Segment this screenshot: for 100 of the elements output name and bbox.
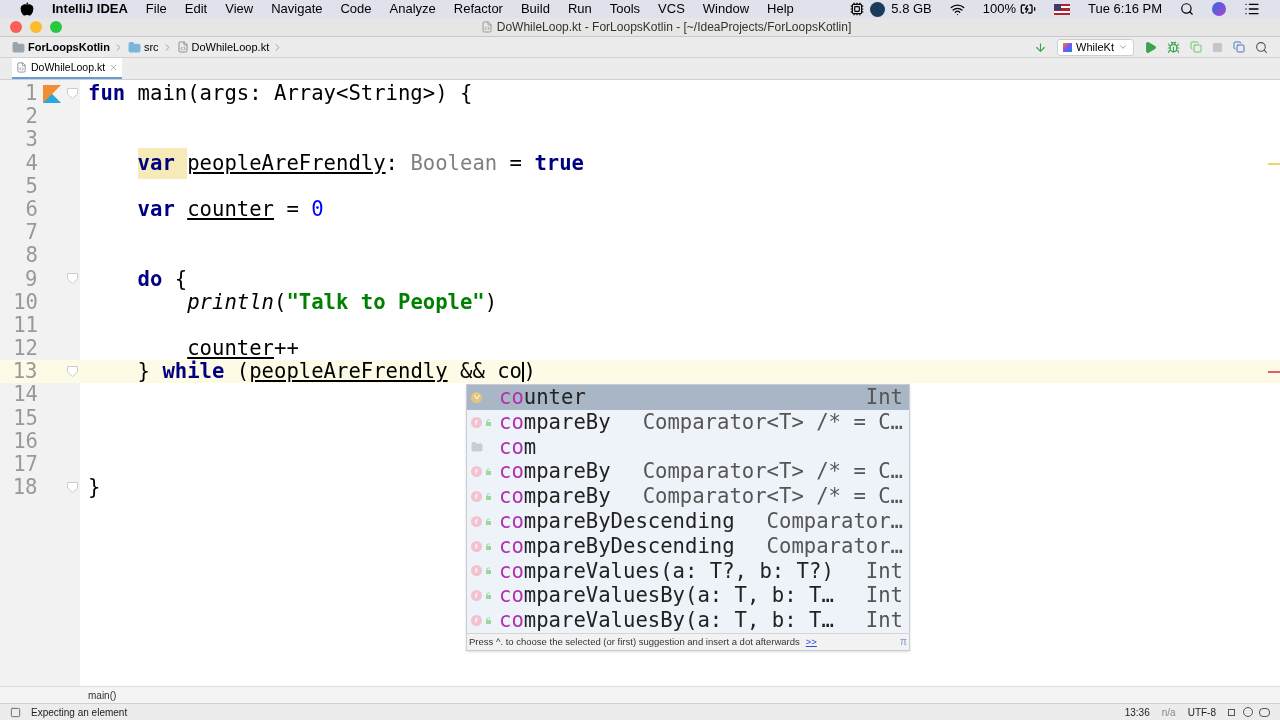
sort-icon[interactable] bbox=[1034, 40, 1048, 54]
package-icon bbox=[471, 441, 483, 453]
run-configuration-dropdown[interactable]: WhileKt bbox=[1057, 38, 1134, 56]
code-line: var peopleAreFrendly: Boolean = true bbox=[137, 147, 584, 179]
code-line: } while (peopleAreFrendly && co) bbox=[137, 358, 536, 386]
encoding-selector[interactable]: UTF-8 bbox=[1187, 704, 1216, 720]
breadcrumb[interactable]: DoWhileLoop.kt bbox=[191, 38, 270, 56]
menu-item[interactable]: Edit bbox=[184, 0, 208, 19]
menu-item[interactable]: Refactor bbox=[453, 0, 503, 19]
completion-item[interactable]: compareValuesBy(a: T, b: T… Int bbox=[467, 583, 909, 609]
editor[interactable] bbox=[0, 80, 1280, 686]
code-line: var counter = 0 bbox=[137, 196, 324, 223]
function-icon bbox=[471, 466, 492, 478]
menu-item[interactable]: VCS bbox=[658, 0, 685, 19]
menu-item[interactable]: Navigate bbox=[271, 0, 323, 19]
app-menu[interactable]: IntelliJ IDEA bbox=[52, 0, 128, 19]
memory-avatar-icon[interactable] bbox=[870, 1, 886, 17]
editor-tab[interactable]: DoWhileLoop.kt bbox=[12, 58, 123, 79]
kotlin-file-icon bbox=[16, 62, 27, 73]
suggestion-type: Int bbox=[864, 557, 903, 585]
completion-item[interactable]: compareByDescending Comparator… bbox=[467, 509, 909, 534]
function-icon bbox=[471, 615, 492, 627]
stop-icon bbox=[1212, 41, 1223, 53]
suggestion-name: compareValues(a: T?, b: T?) bbox=[499, 557, 834, 585]
battery-icon[interactable] bbox=[1020, 1, 1037, 17]
suggestion-name: counter bbox=[499, 383, 586, 411]
completion-item[interactable]: compareBy Comparator<T> /* = C… bbox=[467, 409, 909, 435]
completion-item[interactable]: counter Int bbox=[467, 385, 909, 410]
close-window-button[interactable] bbox=[10, 21, 22, 33]
completion-item[interactable]: compareByDescending Comparator… bbox=[467, 533, 909, 559]
kotlin-file-icon bbox=[176, 41, 189, 53]
menu-item[interactable]: Tools bbox=[609, 0, 641, 19]
text-caret bbox=[522, 361, 524, 382]
run-icon[interactable] bbox=[1144, 40, 1157, 54]
breadcrumb[interactable]: src bbox=[143, 38, 159, 56]
menu-item[interactable]: View bbox=[225, 0, 254, 19]
project-folder-icon bbox=[12, 40, 25, 54]
battery-percentage[interactable]: 100% bbox=[982, 0, 1017, 19]
wifi-icon[interactable] bbox=[949, 1, 965, 17]
memory-usage[interactable]: 5.8 GB bbox=[891, 0, 932, 19]
fold-marker-icon[interactable] bbox=[67, 482, 78, 493]
suggestion-name: compareBy bbox=[499, 458, 611, 486]
function-icon bbox=[471, 590, 492, 602]
completion-item[interactable]: compareBy Comparator<T> /* = C… bbox=[467, 484, 909, 509]
function-icon bbox=[471, 565, 492, 577]
kotlin-run-icon[interactable] bbox=[43, 84, 62, 103]
code-line: counter++ bbox=[187, 335, 299, 361]
menu-item[interactable]: Help bbox=[767, 0, 794, 19]
suggestion-type: Comparator<T> /* = C… bbox=[641, 408, 903, 436]
menu-item[interactable]: Build bbox=[520, 0, 550, 19]
vcs-status: n/a bbox=[1161, 705, 1176, 720]
clock[interactable]: Tue 6:16 PM bbox=[1088, 0, 1162, 19]
completion-item[interactable]: compareValuesBy(a: T, b: T… Int bbox=[467, 608, 909, 633]
suggestion-type: Int bbox=[864, 383, 903, 411]
folder-icon bbox=[127, 40, 141, 54]
menu-icon[interactable] bbox=[1244, 1, 1260, 17]
code-line: } bbox=[88, 474, 101, 502]
fold-marker-icon[interactable] bbox=[67, 273, 78, 285]
status-message: Expecting an element bbox=[31, 705, 128, 720]
suggestion-type: Comparator<T> /* = C… bbox=[641, 458, 903, 486]
cursor-position[interactable]: 13:36 bbox=[1124, 704, 1150, 720]
flag-icon[interactable] bbox=[1054, 3, 1071, 15]
kotlin-logo-icon bbox=[1063, 42, 1073, 52]
suggestion-type: Int bbox=[864, 607, 903, 635]
debug-icon[interactable] bbox=[1167, 40, 1180, 54]
document-icon bbox=[480, 21, 493, 33]
completion-item[interactable]: com bbox=[467, 434, 909, 460]
suggestion-type: Comparator… bbox=[765, 532, 903, 560]
fold-marker-icon[interactable] bbox=[67, 88, 78, 100]
function-icon bbox=[471, 491, 492, 503]
breadcrumb[interactable]: ForLoopsKotlin bbox=[28, 38, 110, 56]
code-line: fun main(args: Array<String>) { bbox=[88, 80, 473, 108]
function-icon bbox=[471, 416, 492, 428]
dropdown-caret-icon bbox=[1118, 42, 1128, 52]
completion-hint: Press ^. to choose the selected (or first) suggestion and insert a dot afterwards bbox=[469, 634, 800, 649]
more-link[interactable]: >> bbox=[805, 634, 817, 650]
variable-icon bbox=[471, 391, 482, 403]
completion-item[interactable]: compareBy Comparator<T> /* = C… bbox=[467, 459, 909, 485]
menu-item[interactable]: Run bbox=[567, 0, 592, 19]
menu-item[interactable]: Window bbox=[702, 0, 750, 19]
status-icon[interactable] bbox=[850, 2, 865, 16]
code-line: do { bbox=[137, 265, 188, 293]
function-icon bbox=[471, 540, 492, 552]
suggestion-name: compareValuesBy(a: T, b: T… bbox=[499, 582, 834, 610]
function-icon bbox=[471, 515, 492, 527]
fold-marker-icon[interactable] bbox=[67, 366, 78, 378]
close-tab-icon[interactable] bbox=[109, 63, 119, 72]
siri-icon[interactable] bbox=[1212, 2, 1226, 16]
structure-breadcrumb[interactable]: main() bbox=[88, 687, 117, 703]
menu-item[interactable]: Analyze bbox=[389, 0, 436, 19]
suggestion-name: compareValuesBy(a: T, b: T… bbox=[499, 607, 834, 635]
menu-item[interactable]: Code bbox=[340, 0, 372, 19]
search-icon[interactable] bbox=[1180, 2, 1194, 16]
tool-windows-icon[interactable] bbox=[10, 706, 21, 718]
apple-logo-icon[interactable] bbox=[20, 2, 34, 16]
menu-item[interactable]: File bbox=[145, 0, 167, 19]
completion-item[interactable]: compareValues(a: T?, b: T?) Int bbox=[467, 558, 909, 584]
window-title: DoWhileLoop.kt - ForLoopsKotlin - [~/IdeaProjects/ForLoopsKotlin] bbox=[496, 19, 852, 36]
zoom-window-button[interactable] bbox=[50, 21, 62, 33]
suggestion-name: compareBy bbox=[499, 408, 611, 436]
